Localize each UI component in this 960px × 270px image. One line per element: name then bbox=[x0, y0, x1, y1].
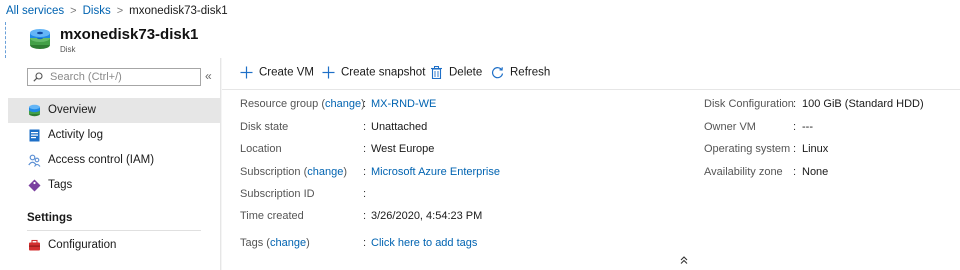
subscription-label: Subscription (change) bbox=[240, 166, 348, 178]
owner-vm-value: --- bbox=[802, 121, 813, 133]
trash-icon bbox=[431, 66, 442, 79]
disk-configuration-label: Disk Configuration bbox=[704, 98, 794, 110]
tags-change-link[interactable]: change bbox=[270, 237, 306, 249]
separator: : bbox=[363, 121, 367, 133]
availability-zone-label: Availability zone bbox=[704, 166, 783, 178]
create-snapshot-button[interactable]: Create snapshot bbox=[322, 66, 425, 79]
sidebar-item-activity-log[interactable]: Activity log bbox=[8, 123, 221, 148]
sidebar-item-label: Overview bbox=[48, 104, 96, 116]
time-created-value: 3/26/2020, 4:54:23 PM bbox=[371, 210, 483, 222]
tags-label: Tags (change) bbox=[240, 237, 310, 249]
sidebar-item-label: Access control (IAM) bbox=[48, 154, 155, 166]
separator: : bbox=[793, 166, 797, 178]
plus-icon bbox=[240, 66, 253, 79]
section-divider bbox=[27, 230, 201, 231]
breadcrumb: All services > Disks > mxonedisk73-disk1 bbox=[0, 0, 960, 22]
sidebar: « Overview Activity log Access control (… bbox=[0, 58, 221, 270]
main-content: Create VM Create snapshot Delete Refresh bbox=[222, 58, 960, 270]
breadcrumb-all-services[interactable]: All services bbox=[6, 5, 64, 17]
disk-configuration-value: 100 GiB (Standard HDD) bbox=[802, 98, 924, 110]
header-divider bbox=[5, 22, 6, 58]
sidebar-item-overview[interactable]: Overview bbox=[8, 98, 221, 123]
tag-icon bbox=[28, 179, 41, 192]
separator: : bbox=[363, 237, 367, 249]
breadcrumb-separator-icon: > bbox=[70, 5, 77, 17]
create-vm-label: Create VM bbox=[259, 66, 314, 79]
separator: : bbox=[793, 143, 797, 155]
configuration-icon bbox=[29, 239, 40, 251]
breadcrumb-current: mxonedisk73-disk1 bbox=[129, 5, 228, 17]
resource-header: mxonedisk73-disk1 Disk bbox=[0, 22, 960, 58]
command-bar: Create VM Create snapshot Delete Refresh bbox=[222, 58, 960, 90]
overview-icon bbox=[29, 104, 40, 117]
owner-vm-label: Owner VM bbox=[704, 121, 756, 133]
refresh-label: Refresh bbox=[510, 66, 551, 79]
separator: : bbox=[363, 143, 367, 155]
page-title: mxonedisk73-disk1 bbox=[60, 26, 199, 43]
activity-log-icon bbox=[29, 129, 40, 142]
create-vm-button[interactable]: Create VM bbox=[240, 66, 314, 79]
resource-type: Disk bbox=[60, 45, 76, 54]
sidebar-item-tags[interactable]: Tags bbox=[8, 173, 221, 198]
location-label: Location bbox=[240, 143, 282, 155]
resource-group-value[interactable]: MX-RND-WE bbox=[371, 98, 436, 110]
delete-button[interactable]: Delete bbox=[430, 66, 482, 79]
access-control-icon bbox=[28, 154, 41, 167]
plus-icon bbox=[322, 66, 335, 79]
delete-label: Delete bbox=[449, 66, 483, 79]
separator: : bbox=[363, 188, 367, 200]
create-snapshot-label: Create snapshot bbox=[341, 66, 426, 79]
breadcrumb-disks[interactable]: Disks bbox=[83, 5, 111, 17]
refresh-button[interactable]: Refresh bbox=[491, 66, 550, 79]
sidebar-item-access-control[interactable]: Access control (IAM) bbox=[8, 148, 221, 173]
sidebar-section-settings: Settings bbox=[27, 212, 73, 224]
resource-group-label: Resource group (change) bbox=[240, 98, 365, 110]
separator: : bbox=[363, 98, 367, 110]
refresh-icon bbox=[491, 67, 504, 79]
separator: : bbox=[793, 98, 797, 110]
location-value: West Europe bbox=[371, 143, 435, 155]
sidebar-item-configuration[interactable]: Configuration bbox=[8, 233, 221, 258]
collapse-essentials-icon[interactable] bbox=[680, 256, 688, 264]
disk-state-value: Unattached bbox=[371, 121, 428, 133]
subscription-id-label: Subscription ID bbox=[240, 188, 315, 200]
breadcrumb-separator-icon: > bbox=[116, 5, 124, 17]
disk-state-label: Disk state bbox=[240, 121, 289, 133]
resource-group-change-link[interactable]: change bbox=[325, 98, 361, 110]
search-input[interactable] bbox=[50, 70, 198, 84]
sidebar-item-label: Activity log bbox=[48, 129, 103, 141]
availability-zone-value: None bbox=[802, 166, 829, 178]
sidebar-item-label: Configuration bbox=[48, 239, 117, 251]
time-created-label: Time created bbox=[240, 210, 304, 222]
collapse-sidebar-icon[interactable]: « bbox=[205, 69, 212, 83]
subscription-value[interactable]: Microsoft Azure Enterprise bbox=[371, 166, 500, 178]
operating-system-label: Operating system bbox=[704, 143, 791, 155]
separator: : bbox=[793, 121, 797, 133]
subscription-change-link[interactable]: change bbox=[307, 166, 343, 178]
search-icon bbox=[33, 72, 43, 82]
operating-system-value: Linux bbox=[802, 143, 829, 155]
add-tags-link[interactable]: Click here to add tags bbox=[371, 237, 477, 249]
separator: : bbox=[363, 166, 367, 178]
separator: : bbox=[363, 210, 367, 222]
disk-icon bbox=[30, 29, 50, 49]
search-box bbox=[27, 68, 201, 86]
sidebar-item-label: Tags bbox=[48, 179, 73, 191]
